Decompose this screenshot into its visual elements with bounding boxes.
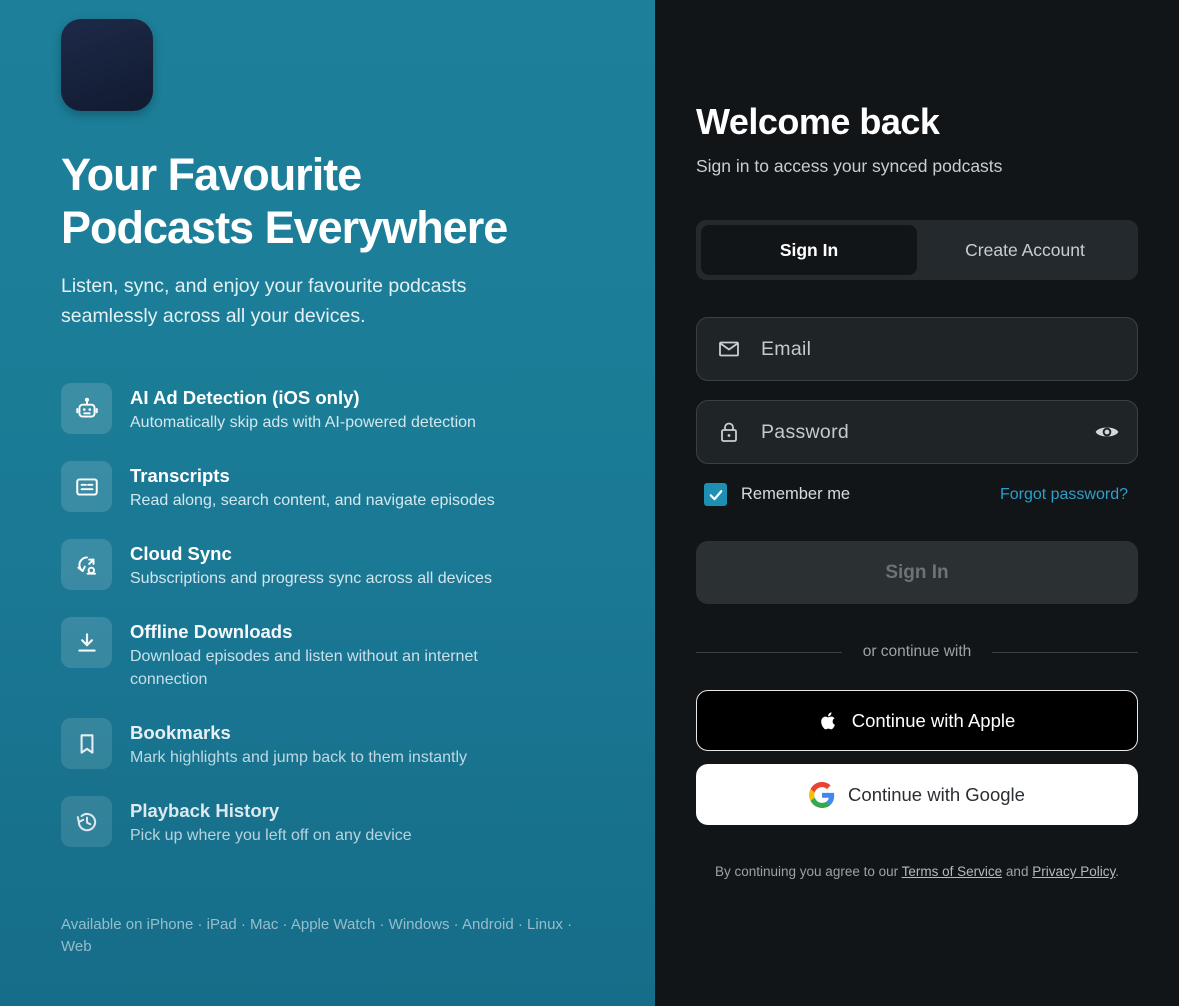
check-icon xyxy=(709,489,722,500)
platforms-text: Available on iPhone · iPad · Mac · Apple… xyxy=(61,916,573,955)
divider-text: or continue with xyxy=(862,643,972,660)
remember-me-label: Remember me xyxy=(741,485,851,503)
feature-offline-downloads: Offline Downloads Download episodes and … xyxy=(61,617,621,691)
feature-title: Bookmarks xyxy=(130,722,231,743)
bookmark-icon xyxy=(80,733,93,754)
feature-title: AI Ad Detection (iOS only) xyxy=(130,387,360,408)
feature-description: Pick up where you left off on any device xyxy=(130,827,412,844)
eye-icon xyxy=(1095,427,1119,437)
feature-description: Automatically skip ads with AI-powered d… xyxy=(130,414,476,431)
legal-and: and xyxy=(1005,864,1029,879)
feature-icon-box xyxy=(61,383,112,434)
lock-icon xyxy=(721,422,737,442)
auth-tabs: Sign In Create Account xyxy=(696,220,1138,280)
robot-icon xyxy=(75,397,98,418)
terms-of-service-link[interactable]: Terms of Service xyxy=(902,864,1003,879)
feature-title: Cloud Sync xyxy=(130,543,232,564)
legal-prefix: By continuing you agree to our xyxy=(714,864,899,879)
apple-button-label: Continue with Apple xyxy=(851,709,1016,731)
hero-title: Your Favourite Podcasts Everywhere xyxy=(61,148,621,254)
divider-line xyxy=(992,651,1138,653)
email-field[interactable] xyxy=(761,337,1137,361)
privacy-policy-link[interactable]: Privacy Policy xyxy=(1032,864,1115,879)
continue-with-google-button[interactable]: Continue with Google xyxy=(696,764,1138,825)
divider-line xyxy=(696,651,842,653)
google-icon xyxy=(809,781,835,808)
feature-ai-ad-detection: AI Ad Detection (iOS only) Automatically… xyxy=(61,383,621,434)
mail-icon xyxy=(719,341,739,357)
legal-suffix: . xyxy=(1115,864,1120,879)
feature-title: Transcripts xyxy=(130,465,230,486)
feature-icon-box xyxy=(61,617,112,668)
feature-icon-box xyxy=(61,796,112,847)
hero-title-line-1: Your Favourite xyxy=(61,149,362,200)
app-logo xyxy=(61,19,153,111)
feature-cloud-sync: Cloud Sync Subscriptions and progress sy… xyxy=(61,539,621,590)
feature-title: Offline Downloads xyxy=(130,621,293,642)
continue-with-apple-button[interactable]: Continue with Apple xyxy=(696,690,1138,751)
feature-icon-box xyxy=(61,461,112,512)
history-icon xyxy=(76,812,96,831)
auth-panel: Welcome back Sign in to access your sync… xyxy=(655,0,1179,1006)
tab-create-account[interactable]: Create Account xyxy=(917,225,1133,275)
feature-icon-box xyxy=(61,718,112,769)
feature-description: Subscriptions and progress sync across a… xyxy=(130,570,492,587)
waveform-icon xyxy=(79,35,134,95)
hero-subtitle: Listen, sync, and enjoy your favourite p… xyxy=(61,275,467,327)
password-field-container xyxy=(696,400,1138,464)
feature-playback-history: Playback History Pick up where you left … xyxy=(61,796,621,847)
feature-description: Read along, search content, and navigate… xyxy=(130,492,495,509)
hero-panel: Your Favourite Podcasts Everywhere Liste… xyxy=(0,0,655,1006)
feature-description: Mark highlights and jump back to them in… xyxy=(130,749,468,766)
sync-icon xyxy=(76,555,96,575)
forgot-password-link[interactable]: Forgot password? xyxy=(1000,486,1128,504)
toggle-password-visibility[interactable] xyxy=(1077,419,1137,445)
remember-me-checkbox[interactable] xyxy=(704,483,727,506)
transcript-icon xyxy=(75,477,98,496)
feature-icon-box xyxy=(61,539,112,590)
legal-text: By continuing you agree to our Terms of … xyxy=(696,864,1138,879)
password-field[interactable] xyxy=(761,420,1077,444)
tab-sign-in[interactable]: Sign In xyxy=(701,225,917,275)
feature-transcripts: Transcripts Read along, search content, … xyxy=(61,461,621,512)
google-button-label: Continue with Google xyxy=(848,783,1025,805)
feature-description: Download episodes and listen without an … xyxy=(130,648,478,688)
sign-in-button[interactable]: Sign In xyxy=(696,541,1138,604)
welcome-subtitle: Sign in to access your synced podcasts xyxy=(696,156,1003,176)
feature-title: Playback History xyxy=(130,800,280,821)
email-field-container xyxy=(696,317,1138,381)
remember-me[interactable]: Remember me xyxy=(704,483,850,506)
download-icon xyxy=(77,632,96,652)
feature-bookmarks: Bookmarks Mark highlights and jump back … xyxy=(61,718,621,769)
social-divider: or continue with xyxy=(696,642,1138,662)
apple-icon xyxy=(820,711,835,729)
hero-title-line-2: Podcasts Everywhere xyxy=(61,202,508,253)
welcome-title: Welcome back xyxy=(696,101,940,142)
